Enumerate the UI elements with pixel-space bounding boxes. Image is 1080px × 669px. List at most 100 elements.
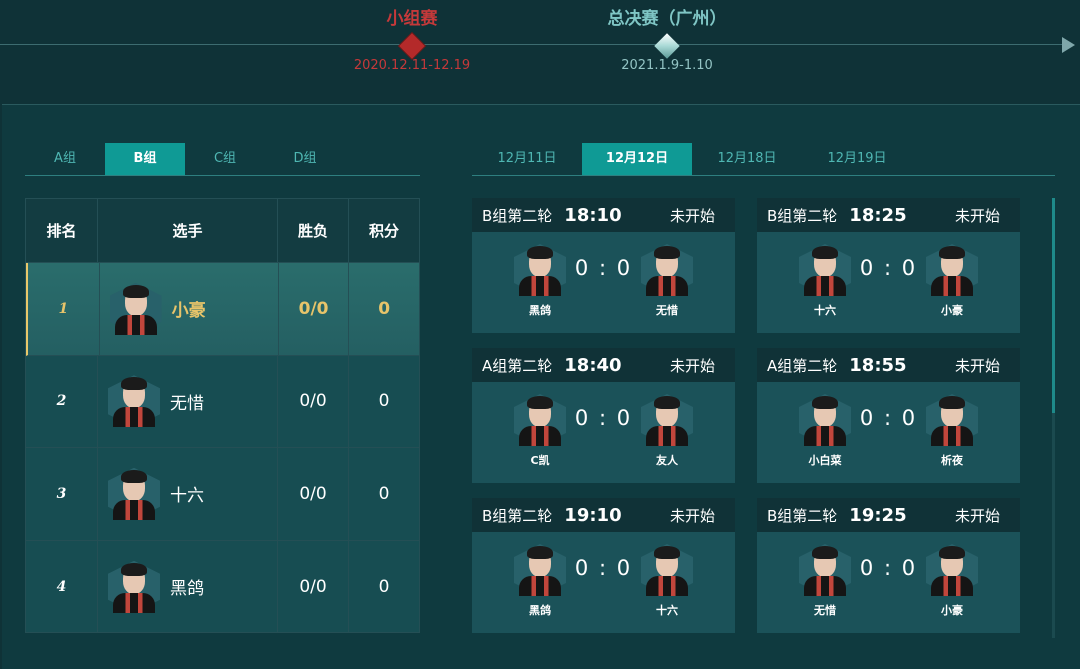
stage-name: 小组赛 <box>386 9 438 29</box>
wl-cell: 0/0 <box>278 355 349 447</box>
points-cell: 0 <box>378 298 391 319</box>
match-player-right: 小豪 <box>924 244 980 318</box>
match-time: 18:25 <box>849 204 907 226</box>
table-row[interactable]: 1 小豪 0/0 0 <box>26 263 419 356</box>
match-player-left: 黑鸽 <box>512 544 568 618</box>
header-rank: 排名 <box>26 199 98 262</box>
match-player-name: 黑鸽 <box>529 604 551 617</box>
match-score: 0 : 0 <box>859 556 918 580</box>
match-header: A组第二轮 18:55 未开始 <box>757 348 1020 382</box>
tab-group-d[interactable]: D组 <box>265 143 345 175</box>
wl-cell: 0/0 <box>279 263 350 355</box>
match-status: 未开始 <box>669 356 715 375</box>
tab-group-a[interactable]: A组 <box>25 143 105 175</box>
avatar <box>514 394 566 446</box>
match-status: 未开始 <box>954 206 1000 225</box>
stage-timeline: 小组赛 2020.12.11-12.19 总决赛（广州） 2021.1.9-1.… <box>0 0 1080 95</box>
header-wl: 胜负 <box>278 199 349 262</box>
match-time: 18:55 <box>849 354 907 376</box>
match-player-left: C凯 <box>512 394 568 468</box>
match-player-right: 析夜 <box>924 394 980 468</box>
date-tabs: 12月11日 12月12日 12月18日 12月19日 <box>472 143 1055 176</box>
match-player-right: 友人 <box>639 394 695 468</box>
tab-date-1212[interactable]: 12月12日 <box>582 143 692 175</box>
match-player-name: 十六 <box>814 304 836 317</box>
avatar <box>641 394 693 446</box>
avatar <box>799 544 851 596</box>
scrollbar-thumb[interactable] <box>1052 198 1055 413</box>
match-status: 未开始 <box>954 356 1000 375</box>
avatar <box>926 394 978 446</box>
table-row[interactable]: 2 无惜 0/0 0 <box>26 355 419 448</box>
match-player-name: 无惜 <box>814 604 836 617</box>
player-name: 无惜 <box>170 393 204 414</box>
match-header: B组第二轮 18:25 未开始 <box>757 198 1020 232</box>
player-name: 十六 <box>170 486 204 507</box>
table-row[interactable]: 4 黑鸽 0/0 0 <box>26 540 419 633</box>
match-round: A组第二轮 <box>767 356 838 375</box>
timeline-arrow-icon <box>1062 37 1075 53</box>
stage-finals[interactable]: 总决赛（广州） 2021.1.9-1.10 <box>567 8 767 73</box>
tab-date-1218[interactable]: 12月18日 <box>692 143 802 175</box>
match-body: 无惜 0 : 0 小豪 <box>757 532 1020 618</box>
diamond-icon <box>399 33 425 59</box>
player-cell: 黑鸽 <box>98 540 278 633</box>
table-row[interactable]: 3 十六 0/0 0 <box>26 448 419 541</box>
match-list: B组第二轮 18:10 未开始 黑鸽 0 : 0 无惜 B组第二轮 18:25 <box>472 198 1032 638</box>
match-header: A组第二轮 18:40 未开始 <box>472 348 735 382</box>
tab-group-b[interactable]: B组 <box>105 143 185 175</box>
match-player-left: 十六 <box>797 244 853 318</box>
avatar <box>514 244 566 296</box>
standings-table: 排名 选手 胜负 积分 1 小豪 0/0 0 2 无惜 0/0 0 3 十六 0… <box>25 198 420 633</box>
rank-cell: 3 <box>26 448 98 540</box>
header-points: 积分 <box>368 222 399 240</box>
match-round: B组第二轮 <box>482 506 553 525</box>
player-cell: 十六 <box>98 448 278 540</box>
stage-group[interactable]: 小组赛 2020.12.11-12.19 <box>312 8 512 73</box>
avatar <box>108 375 160 428</box>
match-card[interactable]: B组第二轮 19:10 未开始 黑鸽 0 : 0 十六 <box>472 498 735 633</box>
match-player-name: 小豪 <box>941 604 963 617</box>
match-round: A组第二轮 <box>482 356 553 375</box>
match-card[interactable]: B组第二轮 18:10 未开始 黑鸽 0 : 0 无惜 <box>472 198 735 333</box>
player-cell: 无惜 <box>98 355 278 447</box>
match-status: 未开始 <box>954 506 1000 525</box>
match-body: 黑鸽 0 : 0 无惜 <box>472 232 735 318</box>
match-status: 未开始 <box>669 506 715 525</box>
main-panel: A组 B组 C组 D组 12月11日 12月12日 12月18日 12月19日 … <box>2 104 1080 669</box>
match-score: 0 : 0 <box>859 406 918 430</box>
match-card[interactable]: B组第二轮 19:25 未开始 无惜 0 : 0 小豪 <box>757 498 1020 633</box>
tab-date-1219[interactable]: 12月19日 <box>802 143 912 175</box>
stage-name: 总决赛（广州） <box>607 9 727 29</box>
tab-group-c[interactable]: C组 <box>185 143 265 175</box>
avatar <box>108 467 160 520</box>
match-player-left: 黑鸽 <box>512 244 568 318</box>
match-card[interactable]: A组第二轮 18:55 未开始 小白菜 0 : 0 析夜 <box>757 348 1020 483</box>
player-cell: 小豪 <box>100 263 279 355</box>
avatar <box>799 394 851 446</box>
avatar <box>109 282 162 335</box>
match-player-right: 无惜 <box>639 244 695 318</box>
match-card[interactable]: B组第二轮 18:25 未开始 十六 0 : 0 小豪 <box>757 198 1020 333</box>
match-round: B组第二轮 <box>767 506 838 525</box>
match-time: 18:10 <box>564 204 622 226</box>
match-score: 0 : 0 <box>574 256 633 280</box>
points-cell: 0 <box>378 483 390 504</box>
match-body: 小白菜 0 : 0 析夜 <box>757 382 1020 468</box>
points-cell: 0 <box>378 391 390 412</box>
match-player-name: 十六 <box>656 604 678 617</box>
tab-date-1211[interactable]: 12月11日 <box>472 143 582 175</box>
avatar <box>108 560 160 613</box>
match-time: 19:10 <box>564 504 622 526</box>
match-player-right: 小豪 <box>924 544 980 618</box>
avatar <box>926 244 978 296</box>
match-card[interactable]: A组第二轮 18:40 未开始 C凯 0 : 0 友人 <box>472 348 735 483</box>
match-player-name: 小白菜 <box>808 454 842 467</box>
match-body: C凯 0 : 0 友人 <box>472 382 735 468</box>
match-time: 19:25 <box>849 504 907 526</box>
rank-cell: 1 <box>28 263 100 355</box>
match-round: B组第二轮 <box>767 206 838 225</box>
avatar <box>799 244 851 296</box>
match-player-left: 无惜 <box>797 544 853 618</box>
match-scrollbar[interactable] <box>1052 198 1055 638</box>
